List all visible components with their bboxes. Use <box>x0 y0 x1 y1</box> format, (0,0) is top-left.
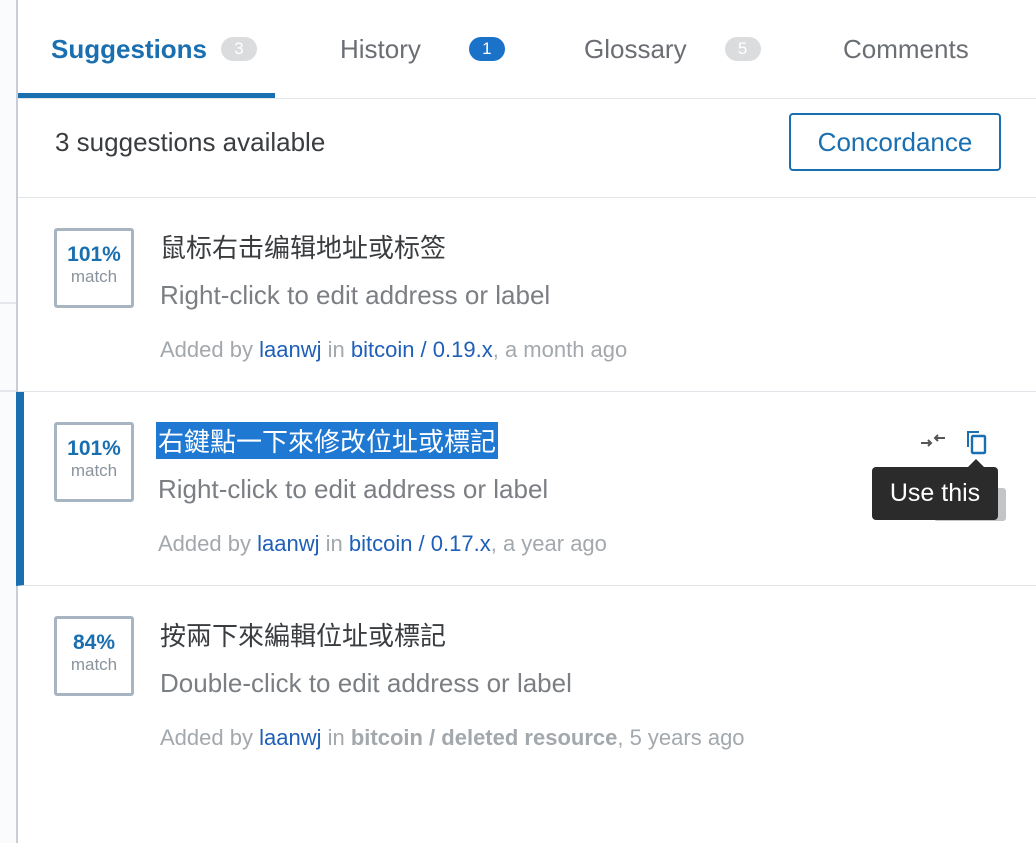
tab-count-badge: 1 <box>468 37 505 61</box>
suggestions-toolbar: 3 suggestions available Concordance <box>18 99 1036 198</box>
in-label: in <box>327 725 345 750</box>
added-by-label: Added by <box>158 531 251 556</box>
suggestion-meta: Added by laanwj in bitcoin / 0.17.x, a y… <box>158 531 607 557</box>
suggestion-item[interactable]: 101% match 鼠标右击编辑地址或标签 Right-click to ed… <box>18 198 1036 392</box>
timestamp: , a year ago <box>490 531 607 556</box>
in-label: in <box>325 531 343 556</box>
project-link[interactable]: bitcoin / 0.19.x <box>351 337 493 362</box>
use-this-tooltip: Use this <box>872 459 998 520</box>
match-percent: 84% <box>72 631 116 654</box>
tab-count-badge: 5 <box>724 37 761 61</box>
project-link[interactable]: bitcoin / 0.17.x <box>349 531 491 556</box>
suggestion-translation: 右鍵點一下來修改位址或標記 <box>156 422 499 459</box>
tab-suggestions[interactable]: Suggestions 3 <box>51 0 258 98</box>
match-label: match <box>70 655 118 674</box>
suggestion-source: Right-click to edit address or label <box>158 474 549 504</box>
in-label: in <box>327 337 345 362</box>
compare-arrows-icon[interactable] <box>918 426 948 456</box>
left-gutter <box>0 0 16 843</box>
match-label: match <box>70 461 118 480</box>
gutter-divider <box>0 302 16 304</box>
suggestion-meta: Added by laanwj in bitcoin / 0.19.x, a m… <box>160 337 627 363</box>
timestamp: , 5 years ago <box>617 725 745 750</box>
tab-comments[interactable]: Comments <box>843 0 969 98</box>
match-label: match <box>70 267 118 286</box>
tab-label: Comments <box>843 33 969 64</box>
user-link[interactable]: laanwj <box>257 531 319 556</box>
tab-bar: Suggestions 3 History 1 Glossary 5 Comme… <box>18 0 1036 99</box>
gutter-divider <box>0 390 16 392</box>
tab-label: History <box>340 33 421 64</box>
suggestions-panel: Suggestions 3 History 1 Glossary 5 Comme… <box>16 0 1036 843</box>
copy-icon[interactable] <box>962 426 992 456</box>
suggestion-source: Double-click to edit address or label <box>160 668 572 698</box>
suggestion-item[interactable]: 101% match 右鍵點一下來修改位址或標記 Right-click to … <box>16 392 1036 586</box>
tab-label: Suggestions <box>51 33 208 64</box>
suggestion-source: Right-click to edit address or label <box>160 280 551 310</box>
user-link[interactable]: laanwj <box>259 337 321 362</box>
suggestion-translation: 鼠标右击编辑地址或标签 <box>160 233 447 263</box>
project-label: bitcoin / deleted resource <box>350 725 618 750</box>
added-by-label: Added by <box>160 725 253 750</box>
tab-history[interactable]: History 1 <box>340 0 505 98</box>
suggestions-count: 3 suggestions available <box>55 127 326 157</box>
match-badge: 101% match <box>54 422 134 502</box>
suggestion-translation: 按兩下來編輯位址或標記 <box>160 621 447 651</box>
match-percent: 101% <box>67 243 121 266</box>
concordance-button[interactable]: Concordance <box>789 113 1001 171</box>
suggestion-meta: Added by laanwj in bitcoin / deleted res… <box>160 725 745 751</box>
active-tab-indicator <box>18 93 275 98</box>
match-badge: 84% match <box>54 616 134 696</box>
tab-label: Glossary <box>584 33 687 64</box>
match-badge: 101% match <box>54 228 134 308</box>
match-percent: 101% <box>67 437 121 460</box>
tab-count-badge: 3 <box>221 37 258 61</box>
timestamp: , a month ago <box>492 337 628 362</box>
suggestion-item[interactable]: 84% match 按兩下來編輯位址或標記 Double-click to ed… <box>18 586 1036 779</box>
user-link[interactable]: laanwj <box>259 725 321 750</box>
tab-glossary[interactable]: Glossary 5 <box>584 0 761 98</box>
added-by-label: Added by <box>160 337 253 362</box>
